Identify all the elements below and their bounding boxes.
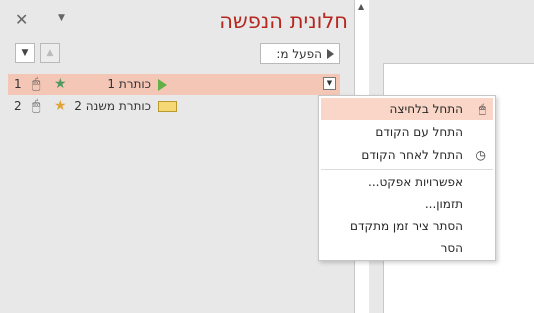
close-icon[interactable]: ✕ [15,10,28,29]
play-icon [327,48,334,59]
mouse-icon: 🖱 [32,98,41,114]
menu-item-timing[interactable]: תזמון... [321,193,493,215]
menu-item-label: הסתר ציר זמן מתקדם [350,219,463,233]
menu-separator [321,169,493,170]
move-up-button: ▲ [40,43,60,63]
move-down-button[interactable]: ▼ [15,43,35,63]
menu-item-hide-advanced-timeline[interactable]: הסתר ציר זמן מתקדם [321,215,493,237]
chevron-up-icon: ▲ [46,48,54,58]
menu-item-label: התחל עם הקודם [375,125,463,139]
menu-item-label: תזמון... [424,197,463,211]
menu-item-start-after-previous[interactable]: ◷ התחל לאחר הקודם [321,144,493,166]
entrance-star-icon: ★ [54,76,67,92]
pane-options-icon[interactable]: ▼ [58,13,65,23]
animation-pane: חלונית הנפשה ✕ ▼ ▼ ▲ הפעל מ: 1 🖱 ★ כותרת… [0,0,354,313]
play-from-button[interactable]: הפעל מ: [260,43,340,64]
clock-icon: ◷ [475,148,486,162]
menu-item-start-with-previous[interactable]: התחל עם הקודם [321,121,493,143]
chevron-down-icon: ▼ [21,48,29,58]
menu-item-effect-options[interactable]: אפשרויות אפקט... [321,171,493,193]
animation-item-1[interactable]: 1 🖱 ★ כותרת 1 ▼ [8,74,340,95]
dropdown-arrow-button[interactable]: ▼ [323,77,336,90]
animation-label: כותרת 1 [107,77,151,91]
menu-item-label: הסר [440,241,463,255]
entrance-star-icon: ★ [54,98,67,114]
mouse-icon: 🖱 [32,76,41,92]
animation-order: 1 [14,77,22,91]
pane-title: חלונית הנפשה [219,9,348,33]
menu-item-label: התחל לאחר הקודם [361,148,463,162]
menu-item-remove[interactable]: הסר [321,237,493,259]
menu-item-label: אפשרויות אפקט... [368,175,463,189]
menu-item-start-on-click[interactable]: 🖱 התחל בלחיצה [321,98,493,120]
menu-item-label: התחל בלחיצה [389,102,463,116]
context-menu: 🖱 התחל בלחיצה התחל עם הקודם ◷ התחל לאחר … [318,95,496,261]
mouse-icon: 🖱 [478,102,486,116]
play-from-label: הפעל מ: [276,46,322,61]
animation-label: כותרת משנה 2 [74,99,151,113]
play-triangle-icon [158,79,167,91]
scroll-up-icon[interactable]: ▲ [358,2,364,11]
timeline-bar-icon [158,101,177,112]
animation-item-2[interactable]: 2 🖱 ★ כותרת משנה 2 [8,96,340,117]
animation-order: 2 [14,99,22,113]
